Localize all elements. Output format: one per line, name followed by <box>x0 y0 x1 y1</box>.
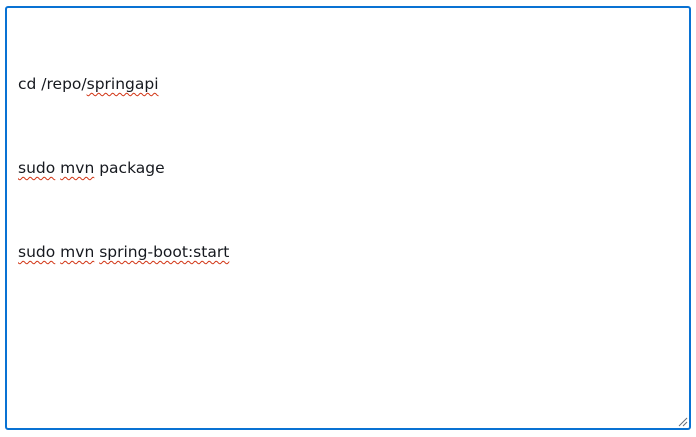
misspelled-word: spring-boot:start <box>99 243 230 261</box>
misspelled-word: mvn <box>60 243 95 261</box>
misspelled-word: sudo <box>18 243 56 261</box>
misspelled-word: sudo <box>18 159 56 177</box>
resize-grip-icon[interactable] <box>678 417 688 427</box>
text-segment: package <box>94 159 165 177</box>
misspelled-word: springapi <box>86 75 159 93</box>
command-textarea[interactable]: cd /repo/springapi sudo mvn package sudo… <box>5 6 691 430</box>
text-line: sudo mvn spring-boot:start <box>18 238 678 266</box>
text-segment: cd /repo/ <box>18 75 87 93</box>
text-line: sudo mvn package <box>18 154 678 182</box>
text-line: cd /repo/springapi <box>18 70 678 98</box>
textarea-content[interactable]: cd /repo/springapi sudo mvn package sudo… <box>18 14 678 322</box>
misspelled-word: mvn <box>60 159 95 177</box>
